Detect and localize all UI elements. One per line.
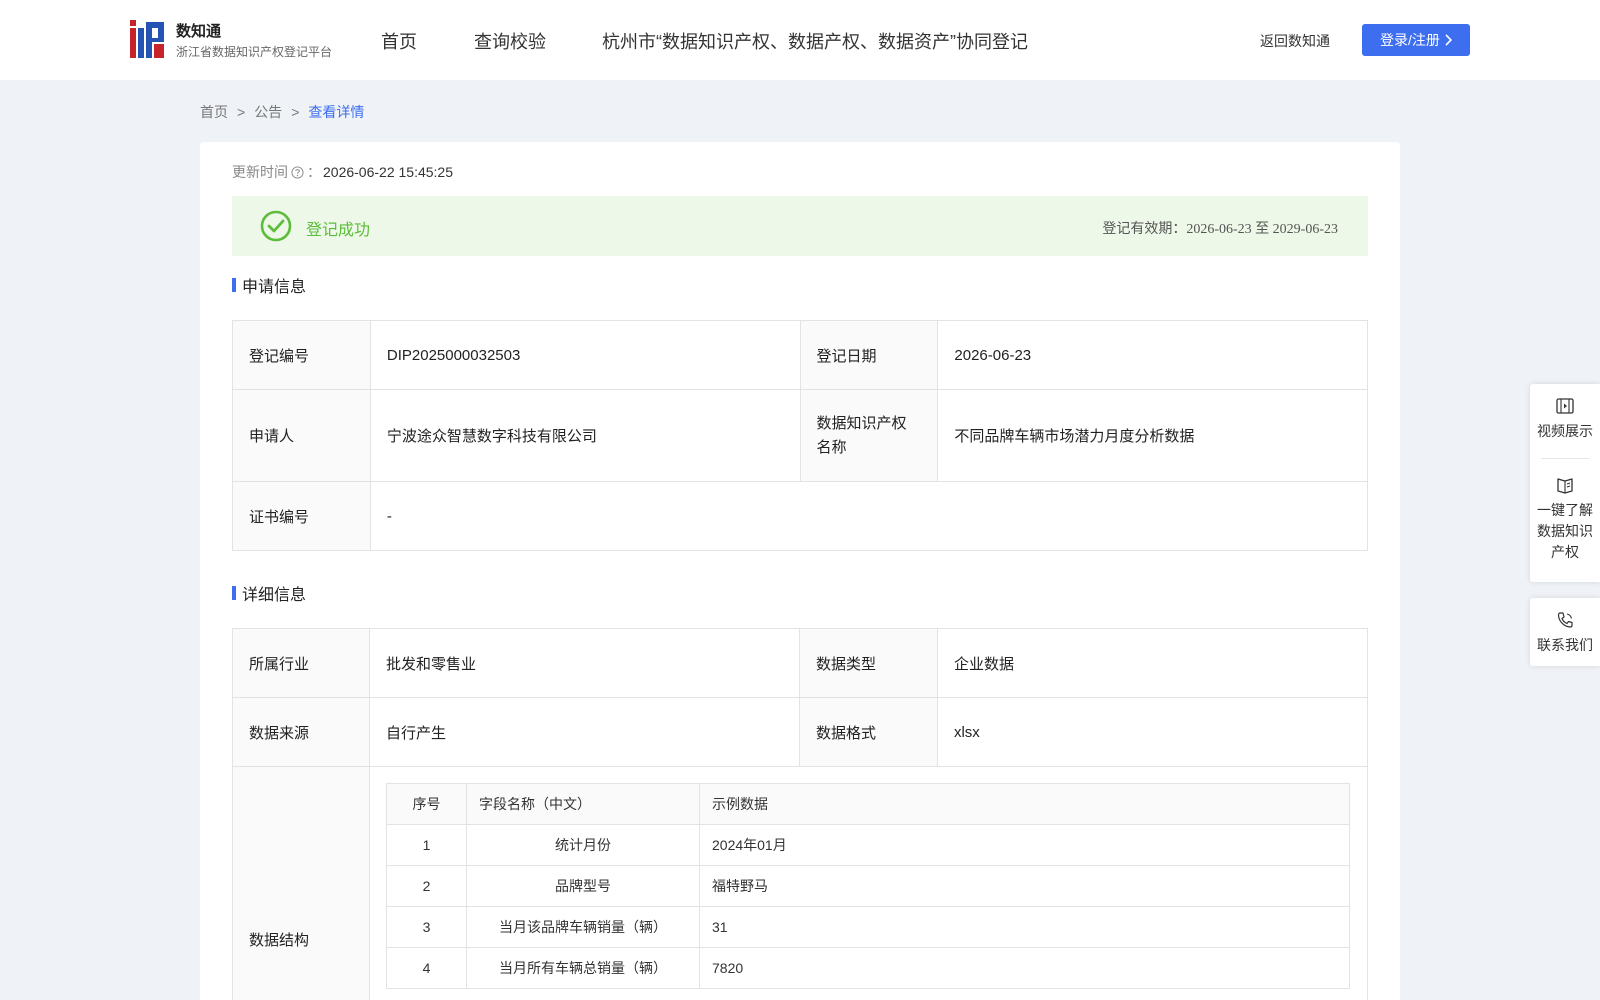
- detail-info-table: 所属行业 批发和零售业 数据类型 企业数据 数据来源 自行产生 数据格式 xls…: [232, 628, 1369, 1000]
- video-show-label: 视频展示: [1537, 423, 1593, 439]
- field-name: 当月所有车辆总销量（辆）: [466, 947, 700, 989]
- section-title-text: 详细信息: [242, 587, 307, 604]
- breadcrumb-notice[interactable]: 公告: [254, 104, 282, 120]
- breadcrumb-separator: >: [291, 104, 300, 120]
- data-type-label: 数据类型: [798, 628, 938, 698]
- update-time-label: 更新时间: [232, 164, 288, 180]
- section-marker: [232, 278, 236, 292]
- question-circle-icon[interactable]: [291, 165, 304, 179]
- brand-subtitle: 浙江省数据知识产权登记平台: [176, 45, 333, 59]
- update-time-value: 2026-06-22 15:45:25: [323, 164, 453, 180]
- field-no: 1: [386, 824, 467, 866]
- nav-home[interactable]: 首页: [381, 28, 417, 54]
- section-title-detail: 详细信息: [232, 581, 306, 605]
- table-row: 所属行业 批发和零售业 数据类型 企业数据: [232, 628, 1369, 698]
- col-header-name: 字段名称（中文）: [466, 783, 700, 825]
- check-circle-icon: [260, 210, 292, 242]
- update-time-row: 更新时间 ： 2026-06-22 15:45:25: [232, 162, 453, 182]
- float-panel-top: 视频展示 一键了解数据知识产权: [1530, 384, 1600, 582]
- field-sample: 7820: [699, 947, 1350, 989]
- cert-no-value: -: [369, 481, 1369, 551]
- field-name: 当月该品牌车辆销量（辆）: [466, 906, 700, 948]
- field-sample: 31: [699, 906, 1350, 948]
- field-name: 统计月份: [466, 824, 700, 866]
- col-header-sample: 示例数据: [699, 783, 1350, 825]
- table-row: 登记编号 DIP2025000032503 登记日期 2026-06-23: [232, 320, 1368, 390]
- float-panel-bottom: 联系我们: [1530, 598, 1600, 666]
- learn-ip-label: 一键了解数据知识产权: [1537, 502, 1593, 560]
- structure-cell: 序号 字段名称（中文） 示例数据 1 统计月份 2024年01月 2 品牌型号 …: [369, 766, 1368, 1000]
- nav-hangzhou-registration[interactable]: 杭州市“数据知识产权、数据产权、数据资产”协同登记: [602, 28, 1028, 54]
- ip-name-label: 数据知识产权名称: [799, 389, 939, 482]
- validity-period: 登记有效期：2026-06-23 至 2029-06-23: [1102, 222, 1338, 237]
- status-text: 登记成功: [306, 222, 371, 239]
- field-no: 3: [386, 906, 467, 948]
- breadcrumb-separator: >: [237, 104, 246, 120]
- format-label: 数据格式: [798, 697, 938, 767]
- applicant-label: 申请人: [232, 389, 371, 482]
- nav-query-verify[interactable]: 查询校验: [474, 28, 546, 54]
- book-icon: [1557, 478, 1573, 494]
- source-label: 数据来源: [232, 697, 370, 767]
- application-info-table: 登记编号 DIP2025000032503 登记日期 2026-06-23 申请…: [232, 320, 1369, 551]
- applicant-value: 宁波途众智慧数字科技有限公司: [369, 389, 801, 482]
- breadcrumb-home[interactable]: 首页: [200, 104, 228, 120]
- video-show-button[interactable]: 视频展示: [1530, 396, 1600, 442]
- brand-name: 数知通: [176, 23, 222, 40]
- table-row: 3 当月该品牌车辆销量（辆） 31: [386, 906, 1350, 948]
- section-marker: [232, 586, 236, 600]
- table-row: 数据结构 序号 字段名称（中文） 示例数据 1 统计月份 2024年01月 2: [232, 766, 1368, 1000]
- col-header-no: 序号: [386, 783, 467, 825]
- login-register-label: 登录/注册: [1380, 32, 1440, 48]
- ip-name-value: 不同品牌车辆市场潜力月度分析数据: [937, 389, 1368, 482]
- structure-label: 数据结构: [232, 766, 370, 1000]
- table-row: 申请人 宁波途众智慧数字科技有限公司 数据知识产权名称 不同品牌车辆市场潜力月度…: [232, 389, 1368, 482]
- contact-us-label: 联系我们: [1537, 637, 1593, 653]
- divider: [1541, 458, 1589, 459]
- table-row: 证书编号 -: [232, 481, 1369, 551]
- data-type-value: 企业数据: [936, 628, 1369, 698]
- industry-label: 所属行业: [232, 628, 370, 698]
- status-banner: 登记成功 登记有效期：2026-06-23 至 2029-06-23: [232, 196, 1368, 256]
- video-icon: [1556, 398, 1574, 414]
- contact-us-button[interactable]: 联系我们: [1530, 610, 1600, 656]
- cert-no-label: 证书编号: [232, 481, 371, 551]
- table-row: 数据来源 自行产生 数据格式 xlsx: [232, 697, 1369, 767]
- table-row: 2 品牌型号 福特野马: [386, 865, 1350, 907]
- reg-no-value: DIP2025000032503: [369, 320, 801, 390]
- learn-ip-button[interactable]: 一键了解数据知识产权: [1530, 475, 1600, 563]
- fields-header-row: 序号 字段名称（中文） 示例数据: [386, 783, 1350, 825]
- back-link[interactable]: 返回数知通: [1260, 31, 1330, 51]
- breadcrumb-current: 查看详情: [308, 104, 365, 120]
- phone-icon: [1557, 612, 1573, 628]
- section-title-text: 申请信息: [242, 279, 307, 296]
- login-register-button[interactable]: 登录/注册: [1362, 24, 1470, 56]
- format-value: xlsx: [936, 697, 1369, 767]
- field-no: 2: [386, 865, 467, 907]
- field-sample: 福特野马: [699, 865, 1350, 907]
- reg-no-label: 登记编号: [232, 320, 371, 390]
- chevron-right-icon: [1445, 34, 1452, 46]
- top-header: 数知通 浙江省数据知识产权登记平台 首页 查询校验 杭州市“数据知识产权、数据产…: [0, 0, 1600, 80]
- breadcrumb: 首页 > 公告 > 查看详情: [200, 102, 364, 122]
- field-name: 品牌型号: [466, 865, 700, 907]
- table-row: 1 统计月份 2024年01月: [386, 824, 1350, 866]
- update-time-colon: ：: [307, 164, 321, 180]
- fields-table: 序号 字段名称（中文） 示例数据 1 统计月份 2024年01月 2 品牌型号 …: [386, 783, 1350, 989]
- brand-logo-icon[interactable]: [130, 20, 166, 58]
- section-title-application: 申请信息: [232, 273, 306, 297]
- field-sample: 2024年01月: [699, 824, 1350, 866]
- field-no: 4: [386, 947, 467, 989]
- table-row: 4 当月所有车辆总销量（辆） 7820: [386, 947, 1350, 989]
- detail-card: 更新时间 ： 2026-06-22 15:45:25 登记成功 登记有效期：20…: [200, 142, 1400, 1000]
- reg-date-value: 2026-06-23: [937, 320, 1368, 390]
- source-value: 自行产生: [369, 697, 800, 767]
- reg-date-label: 登记日期: [799, 320, 939, 390]
- industry-value: 批发和零售业: [369, 628, 800, 698]
